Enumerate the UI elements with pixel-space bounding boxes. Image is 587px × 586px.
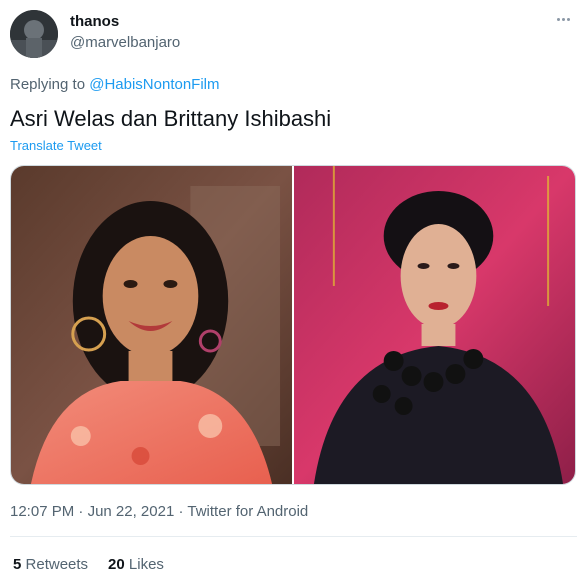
more-options-icon[interactable] [551,12,575,26]
tweet-media [10,165,576,485]
meta-separator: · [78,503,84,520]
tweet-date[interactable]: Jun 22, 2021 [88,503,175,520]
reply-to-handle-link[interactable]: @HabisNontonFilm [89,76,219,93]
media-photo-1[interactable] [11,166,292,484]
replying-to-label: Replying to [10,76,86,93]
user-display-name[interactable]: thanos [70,13,119,30]
media-photo-2[interactable] [294,166,575,484]
tweet-meta: 12:07 PM · Jun 22, 2021 · Twitter for An… [10,503,308,520]
likes-label: Likes [128,556,164,573]
user-handle[interactable]: @marvelbanjaro [70,34,180,51]
likes-count: 20 [108,556,125,573]
retweets-count: 5 [13,556,22,573]
tweet-time[interactable]: 12:07 PM [10,503,74,520]
translate-tweet-link[interactable]: Translate Tweet [10,138,102,153]
avatar-image [10,10,58,58]
retweets-stat[interactable]: 5 Retweets [13,556,88,573]
likes-stat[interactable]: 20 Likes [108,556,164,573]
retweets-label: Retweets [25,556,89,573]
photo-2-image [294,166,575,484]
tweet-stats: 5 Retweets 20 Likes [13,556,164,573]
avatar[interactable] [10,10,58,58]
tweet-text: Asri Welas dan Brittany Ishibashi [10,106,332,131]
meta-separator: · [178,503,184,520]
divider [10,536,577,537]
photo-1-image [11,166,292,484]
replying-to: Replying to @HabisNontonFilm [10,76,220,93]
tweet-source: Twitter for Android [187,503,309,520]
